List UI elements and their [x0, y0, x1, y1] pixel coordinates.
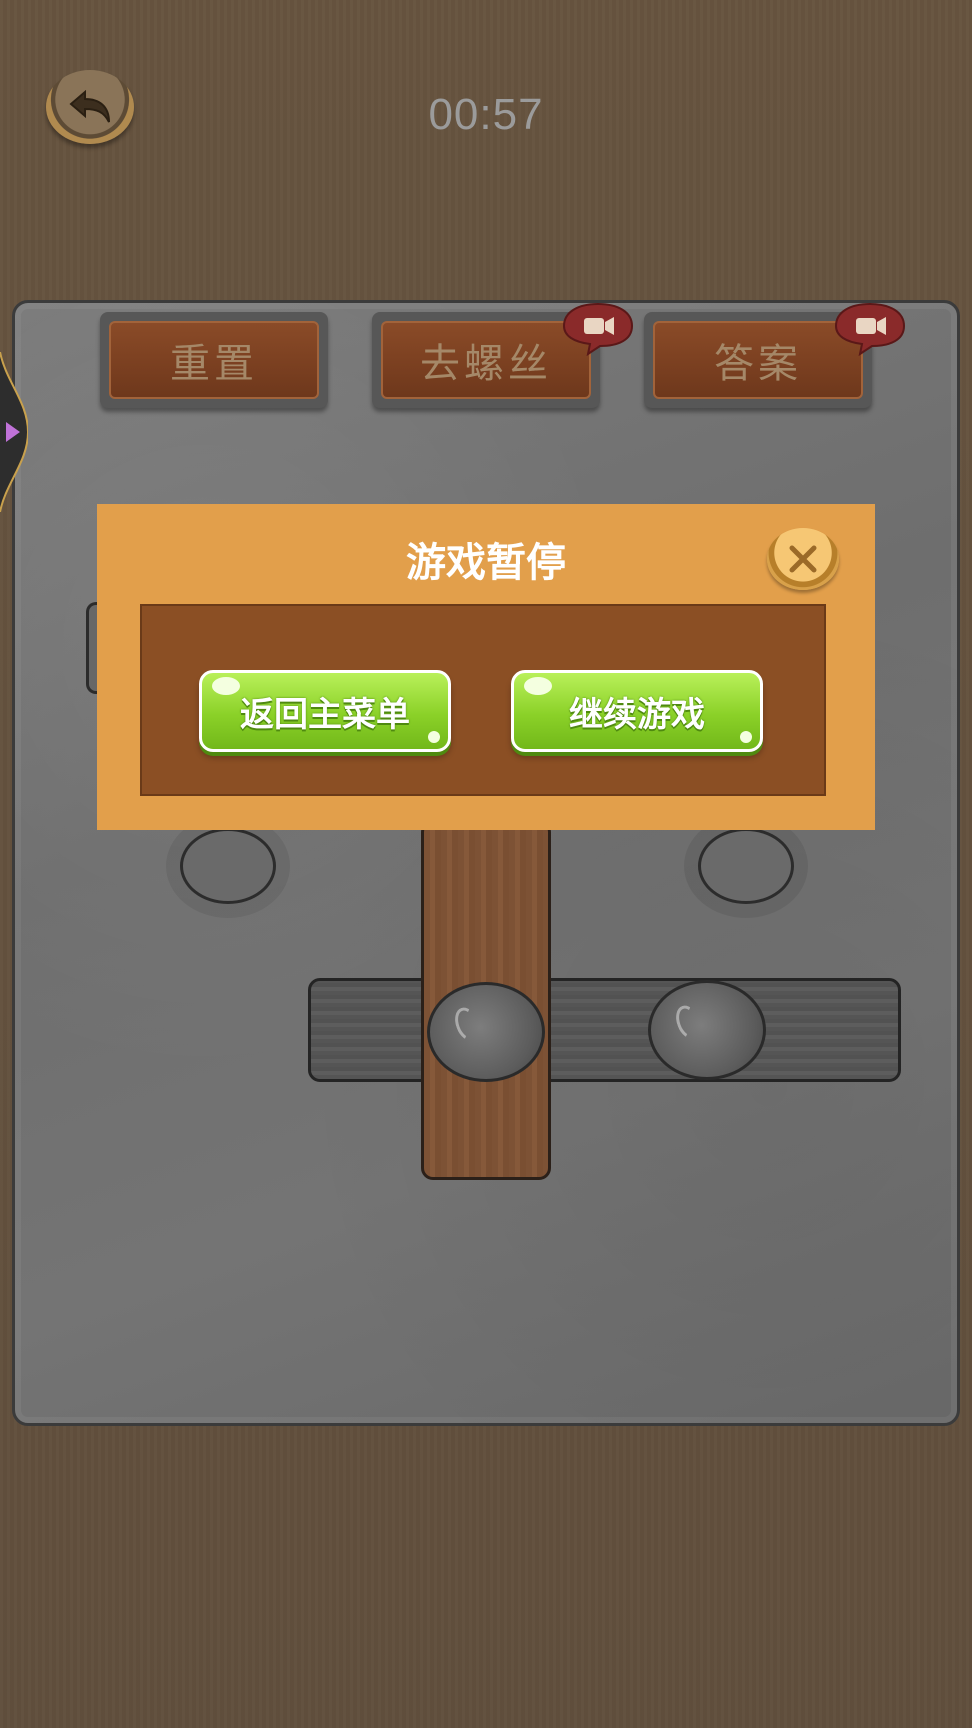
- screw[interactable]: [648, 980, 766, 1080]
- reset-button[interactable]: 重置: [100, 312, 328, 408]
- reset-button-label: 重置: [109, 321, 319, 399]
- pause-dialog: 游戏暂停 返回主菜单 继续游戏: [97, 504, 875, 830]
- game-timer: 00:57: [428, 90, 544, 139]
- close-button[interactable]: [767, 528, 839, 590]
- continue-game-button[interactable]: 继续游戏: [511, 670, 763, 752]
- main-menu-button[interactable]: 返回主菜单: [199, 670, 451, 752]
- screw-hole[interactable]: [698, 828, 794, 904]
- continue-game-button-label: 继续游戏: [569, 694, 705, 735]
- remove-screw-button[interactable]: 去螺丝: [372, 302, 634, 408]
- main-menu-button-label: 返回主菜单: [240, 694, 410, 735]
- answer-button[interactable]: 答案: [644, 302, 906, 408]
- horizontal-plank[interactable]: [308, 978, 901, 1082]
- dialog-title: 游戏暂停: [406, 540, 566, 586]
- side-drawer-handle[interactable]: [0, 352, 28, 512]
- close-icon: [789, 545, 817, 573]
- dialog-panel: 返回主菜单 继续游戏: [140, 604, 826, 796]
- video-ad-icon: [834, 302, 906, 356]
- screw-hole[interactable]: [180, 828, 276, 904]
- video-ad-icon: [562, 302, 634, 356]
- screw[interactable]: [427, 982, 545, 1082]
